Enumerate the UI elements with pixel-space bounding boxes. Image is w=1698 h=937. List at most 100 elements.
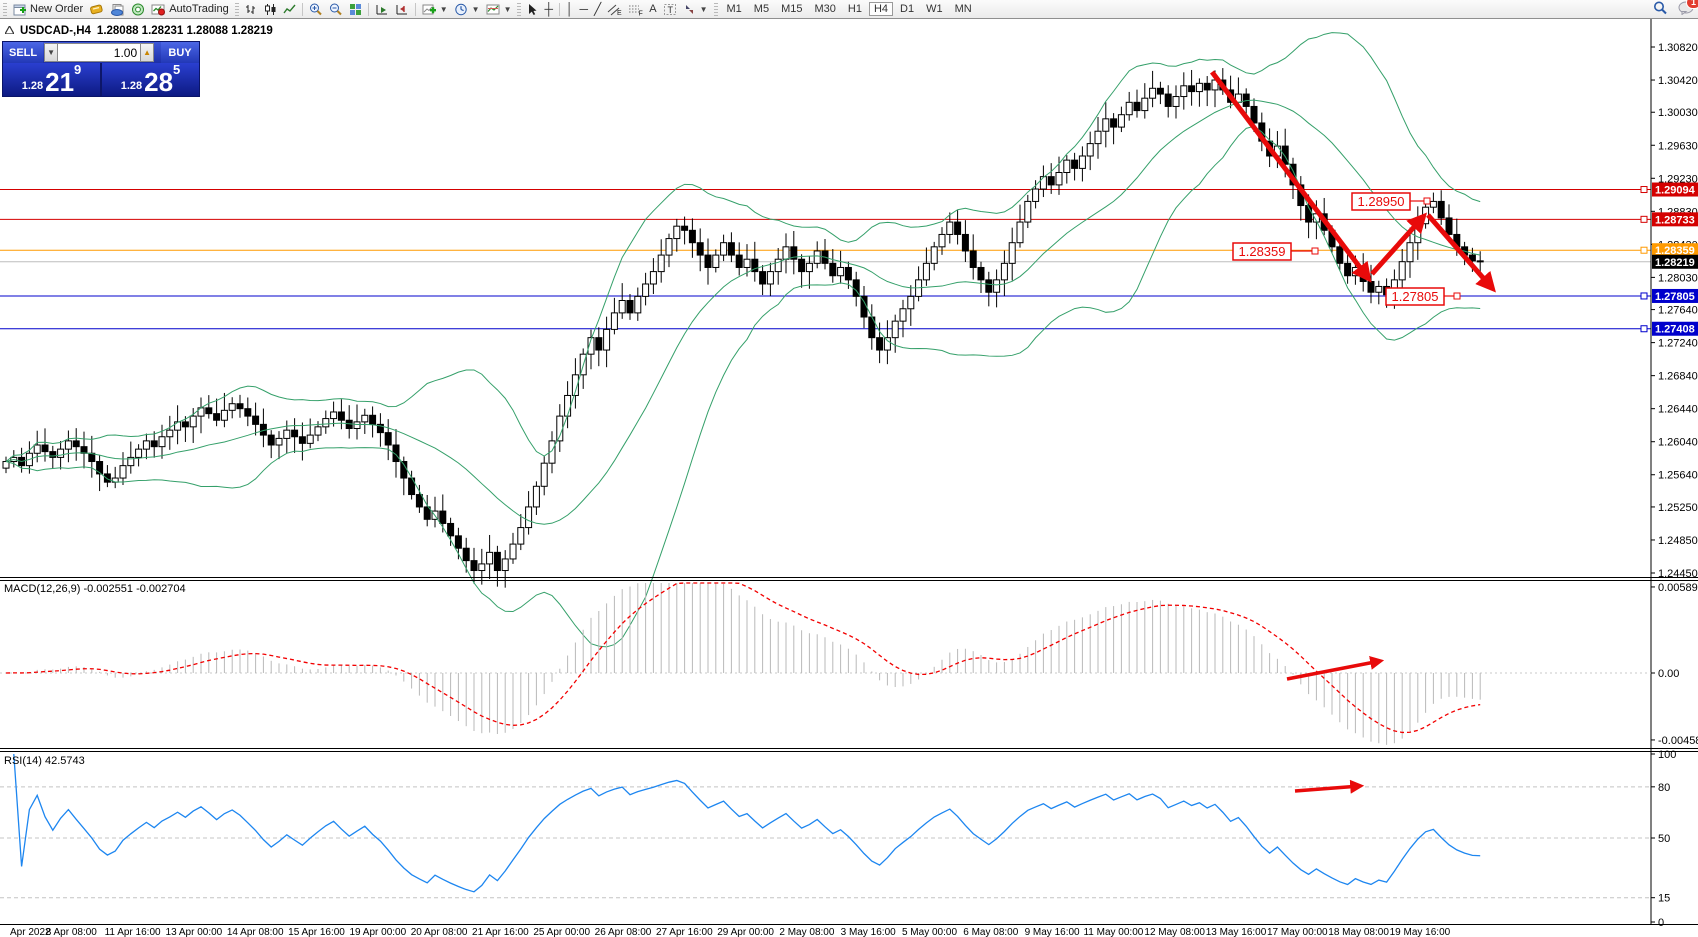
- timeframe-button-h4[interactable]: H4: [869, 2, 893, 16]
- level-anchor-handle[interactable]: [1641, 187, 1647, 193]
- globe-button[interactable]: [128, 1, 148, 17]
- toolbar-separator: [302, 3, 303, 16]
- equidistant-channel-tool-button[interactable]: E: [604, 1, 625, 17]
- text-label-tool-button[interactable]: T: [660, 1, 680, 17]
- metaeditor-button[interactable]: [86, 1, 107, 17]
- cursor-tool-button[interactable]: [524, 1, 541, 17]
- candle-body: [307, 435, 313, 443]
- line-chart-icon: [283, 3, 296, 16]
- candle-body: [276, 438, 282, 445]
- sell-button[interactable]: SELL: [3, 42, 43, 63]
- candle-body: [674, 226, 680, 238]
- crosshair-tool-button[interactable]: ┼: [541, 1, 556, 17]
- search-icon[interactable]: [1653, 1, 1668, 18]
- candlestick-chart-button[interactable]: [261, 1, 280, 17]
- buy-button[interactable]: BUY: [161, 42, 199, 63]
- candle-body: [1196, 83, 1202, 91]
- date-label: 14 Apr 08:00: [227, 927, 284, 937]
- candle-body: [1134, 102, 1140, 110]
- callout-anchor-handle[interactable]: [1454, 293, 1460, 299]
- svg-text:F: F: [639, 10, 643, 16]
- volume-decrease-button[interactable]: ▼: [44, 43, 58, 62]
- timeframe-button-d1[interactable]: D1: [895, 2, 919, 16]
- candle-body: [806, 263, 812, 271]
- timeframe-button-m30[interactable]: M30: [809, 2, 840, 16]
- date-label: 27 Apr 16:00: [656, 927, 713, 937]
- timeframe-button-w1[interactable]: W1: [921, 2, 948, 16]
- auto-scroll-button[interactable]: [372, 1, 392, 17]
- candle-body: [1438, 201, 1444, 218]
- candle-body: [354, 422, 360, 429]
- timeframe-button-h1[interactable]: H1: [843, 2, 867, 16]
- candle-body: [947, 222, 953, 234]
- price-tick-label: 1.30030: [1658, 107, 1698, 119]
- sell-price[interactable]: 1.28 21 9: [3, 63, 100, 96]
- collapse-panel-icon[interactable]: [5, 25, 14, 37]
- chevron-down-icon: ▼: [504, 5, 512, 14]
- trendline-tool-button[interactable]: ╱: [591, 1, 604, 17]
- chat-button[interactable]: 1: [1678, 1, 1694, 18]
- candle-body: [1337, 247, 1343, 264]
- candle-body: [939, 234, 945, 246]
- text-tool-button[interactable]: A: [646, 1, 659, 17]
- text-label-icon: T: [663, 3, 677, 16]
- autotrading-button[interactable]: AutoTrading: [148, 1, 232, 17]
- candle-body: [1204, 83, 1210, 90]
- toolbar-separator: [368, 3, 369, 16]
- date-label: 2 May 08:00: [779, 927, 834, 937]
- level-anchor-handle[interactable]: [1641, 293, 1647, 299]
- line-chart-button[interactable]: [280, 1, 299, 17]
- timeframe-button-mn[interactable]: MN: [950, 2, 977, 16]
- indicators-icon: [422, 3, 436, 16]
- zoom-out-button[interactable]: [326, 1, 346, 17]
- candle-body: [206, 408, 212, 414]
- macd-tick-label: -0.004586: [1658, 735, 1698, 747]
- volume-input[interactable]: [58, 43, 140, 62]
- zoom-out-icon: [329, 3, 343, 16]
- candle-body: [884, 338, 890, 350]
- candle-body: [1056, 173, 1062, 185]
- vertical-line-icon: │: [566, 3, 574, 15]
- volume-increase-button[interactable]: ▲: [140, 43, 154, 62]
- indicators-button[interactable]: ▼: [419, 1, 451, 17]
- documents-button[interactable]: [107, 1, 128, 17]
- candle-body: [370, 415, 376, 424]
- templates-button[interactable]: ▼: [483, 1, 515, 17]
- zoom-in-button[interactable]: [306, 1, 326, 17]
- candle-body: [385, 433, 391, 445]
- level-anchor-handle[interactable]: [1641, 247, 1647, 253]
- buy-price[interactable]: 1.28 28 5: [102, 63, 199, 96]
- date-label: 17 May 00:00: [1267, 927, 1328, 937]
- tile-windows-icon: [349, 3, 362, 16]
- periods-button[interactable]: ▼: [451, 1, 483, 17]
- candle-body: [744, 259, 750, 267]
- bar-chart-button[interactable]: [242, 1, 261, 17]
- chart-shift-button[interactable]: [392, 1, 412, 17]
- callout-anchor-handle[interactable]: [1312, 248, 1318, 254]
- timeframe-button-m1[interactable]: M1: [722, 2, 747, 16]
- sell-price-prefix: 1.28: [22, 78, 43, 94]
- fibonacci-tool-button[interactable]: F: [625, 1, 646, 17]
- horizontal-line-tool-button[interactable]: ─: [577, 1, 592, 17]
- level-anchor-handle[interactable]: [1641, 326, 1647, 332]
- vertical-line-tool-button[interactable]: │: [563, 1, 577, 17]
- tile-windows-button[interactable]: [346, 1, 365, 17]
- candle-body: [494, 552, 500, 570]
- candle-body: [245, 409, 251, 416]
- candle-body: [58, 449, 64, 457]
- arrows-tool-button[interactable]: ▼: [680, 1, 711, 17]
- arrows-icon: [683, 3, 696, 16]
- candle-body: [1064, 160, 1070, 172]
- toolbar-grip: [714, 3, 718, 16]
- callout-anchor-handle[interactable]: [1424, 198, 1430, 204]
- rsi-indicator-label: RSI(14) 42.5743: [4, 755, 85, 767]
- timeframe-button-m5[interactable]: M5: [749, 2, 774, 16]
- crosshair-icon: ┼: [544, 3, 553, 15]
- candle-body: [1173, 97, 1179, 107]
- timeframe-button-m15[interactable]: M15: [776, 2, 807, 16]
- date-label: 13 May 16:00: [1206, 927, 1267, 937]
- level-anchor-handle[interactable]: [1641, 216, 1647, 222]
- new-order-button[interactable]: New Order: [10, 1, 86, 17]
- candle-body: [237, 404, 243, 409]
- candle-body: [994, 280, 1000, 292]
